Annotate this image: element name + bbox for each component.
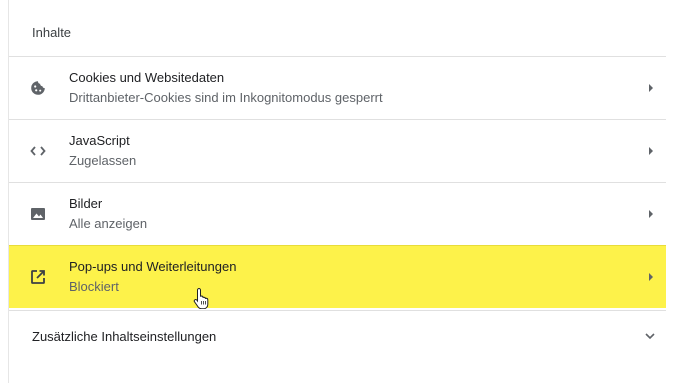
section-title: Inhalte	[32, 25, 72, 40]
row-images[interactable]: Bilder Alle anzeigen	[9, 182, 666, 245]
row-javascript[interactable]: JavaScript Zugelassen	[9, 119, 666, 182]
code-icon	[29, 142, 47, 160]
row-title: Cookies und Websitedaten	[69, 70, 225, 85]
chevron-down-icon[interactable]	[644, 329, 656, 341]
additional-content-settings[interactable]: Zusätzliche Inhaltseinstellungen	[9, 310, 666, 362]
hand-pointer-icon	[193, 287, 211, 310]
row-title: Pop-ups und Weiterleitungen	[69, 259, 237, 274]
row-title: Bilder	[69, 196, 103, 211]
row-subtitle: Zugelassen	[69, 153, 137, 168]
additional-settings-label: Zusätzliche Inhaltseinstellungen	[32, 329, 217, 344]
content-settings-page: Inhalte Cookies und Websitedaten Drittan…	[0, 0, 674, 383]
cookie-icon	[29, 79, 47, 97]
arrow-right-icon	[649, 273, 653, 281]
arrow-right-icon	[649, 84, 653, 92]
row-subtitle: Blockiert	[69, 279, 119, 294]
row-cookies[interactable]: Cookies und Websitedaten Drittanbieter-C…	[9, 56, 666, 119]
arrow-right-icon	[649, 210, 653, 218]
open-in-new-icon	[29, 268, 47, 286]
row-subtitle: Alle anzeigen	[69, 216, 148, 231]
arrow-right-icon	[649, 147, 653, 155]
row-popups-redirects[interactable]: Pop-ups und Weiterleitungen Blockiert	[9, 245, 666, 308]
row-subtitle: Drittanbieter-Cookies sind im Inkognitom…	[69, 90, 383, 105]
row-title: JavaScript	[69, 133, 130, 148]
image-icon	[29, 205, 47, 223]
